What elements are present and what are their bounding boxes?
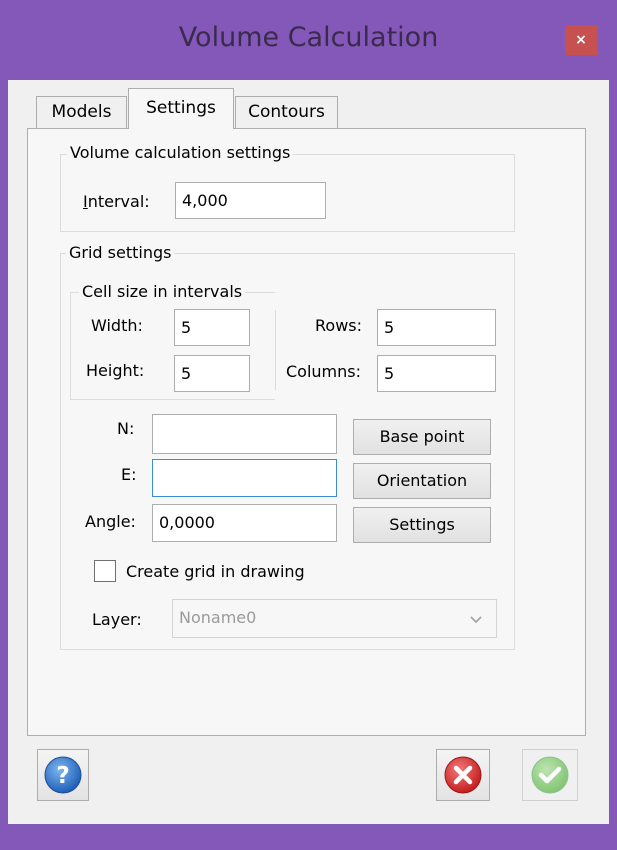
rows-label: Rows: — [315, 316, 362, 335]
create-grid-label[interactable]: Create grid in drawing — [126, 562, 305, 581]
orientation-button[interactable]: Orientation — [353, 463, 491, 499]
volume-settings-legend: Volume calculation settings — [67, 143, 294, 162]
title-bar[interactable]: Volume Calculation × — [0, 0, 617, 80]
angle-label: Angle: — [85, 512, 136, 531]
interval-label: Interval: — [83, 192, 150, 211]
cell-size-legend: Cell size in intervals — [79, 282, 246, 301]
ok-button[interactable] — [522, 749, 578, 801]
window-title: Volume Calculation — [178, 22, 439, 53]
base-point-button[interactable]: Base point — [353, 419, 491, 455]
settings-button[interactable]: Settings — [353, 507, 491, 543]
n-label: N: — [117, 419, 135, 438]
interval-input[interactable]: 4,000 — [175, 182, 326, 219]
create-grid-checkbox[interactable] — [94, 560, 116, 582]
e-label: E: — [121, 465, 137, 484]
angle-input[interactable]: 0,0000 — [152, 504, 337, 542]
tab-models[interactable]: Models — [36, 96, 127, 128]
help-button[interactable]: ? — [37, 749, 89, 801]
height-label: Height: — [86, 361, 145, 380]
cell-size-divider — [275, 310, 276, 390]
green-check-icon — [531, 756, 569, 794]
columns-input[interactable]: 5 — [377, 355, 496, 392]
columns-label: Columns: — [286, 362, 361, 381]
close-button[interactable]: × — [565, 25, 597, 55]
cancel-button[interactable] — [436, 749, 490, 801]
question-mark-icon: ? — [44, 756, 82, 794]
width-label: Width: — [91, 316, 143, 335]
chevron-down-icon — [470, 616, 482, 624]
rows-input[interactable]: 5 — [377, 309, 496, 346]
n-input[interactable] — [152, 414, 337, 454]
tab-settings[interactable]: Settings — [128, 88, 234, 129]
dialog-window: Volume Calculation × Models Contours Set… — [0, 0, 617, 850]
tab-contours[interactable]: Contours — [235, 96, 338, 128]
layer-dropdown-value: Noname0 — [179, 608, 257, 627]
interval-label-rest: nterval: — [87, 192, 150, 211]
layer-label: Layer: — [92, 610, 142, 629]
e-input[interactable] — [152, 459, 337, 497]
grid-settings-legend: Grid settings — [66, 243, 175, 262]
height-input[interactable]: 5 — [174, 355, 250, 392]
width-input[interactable]: 5 — [174, 309, 250, 346]
svg-text:?: ? — [56, 763, 69, 789]
red-x-icon — [444, 756, 482, 794]
layer-dropdown[interactable]: Noname0 — [172, 599, 497, 638]
